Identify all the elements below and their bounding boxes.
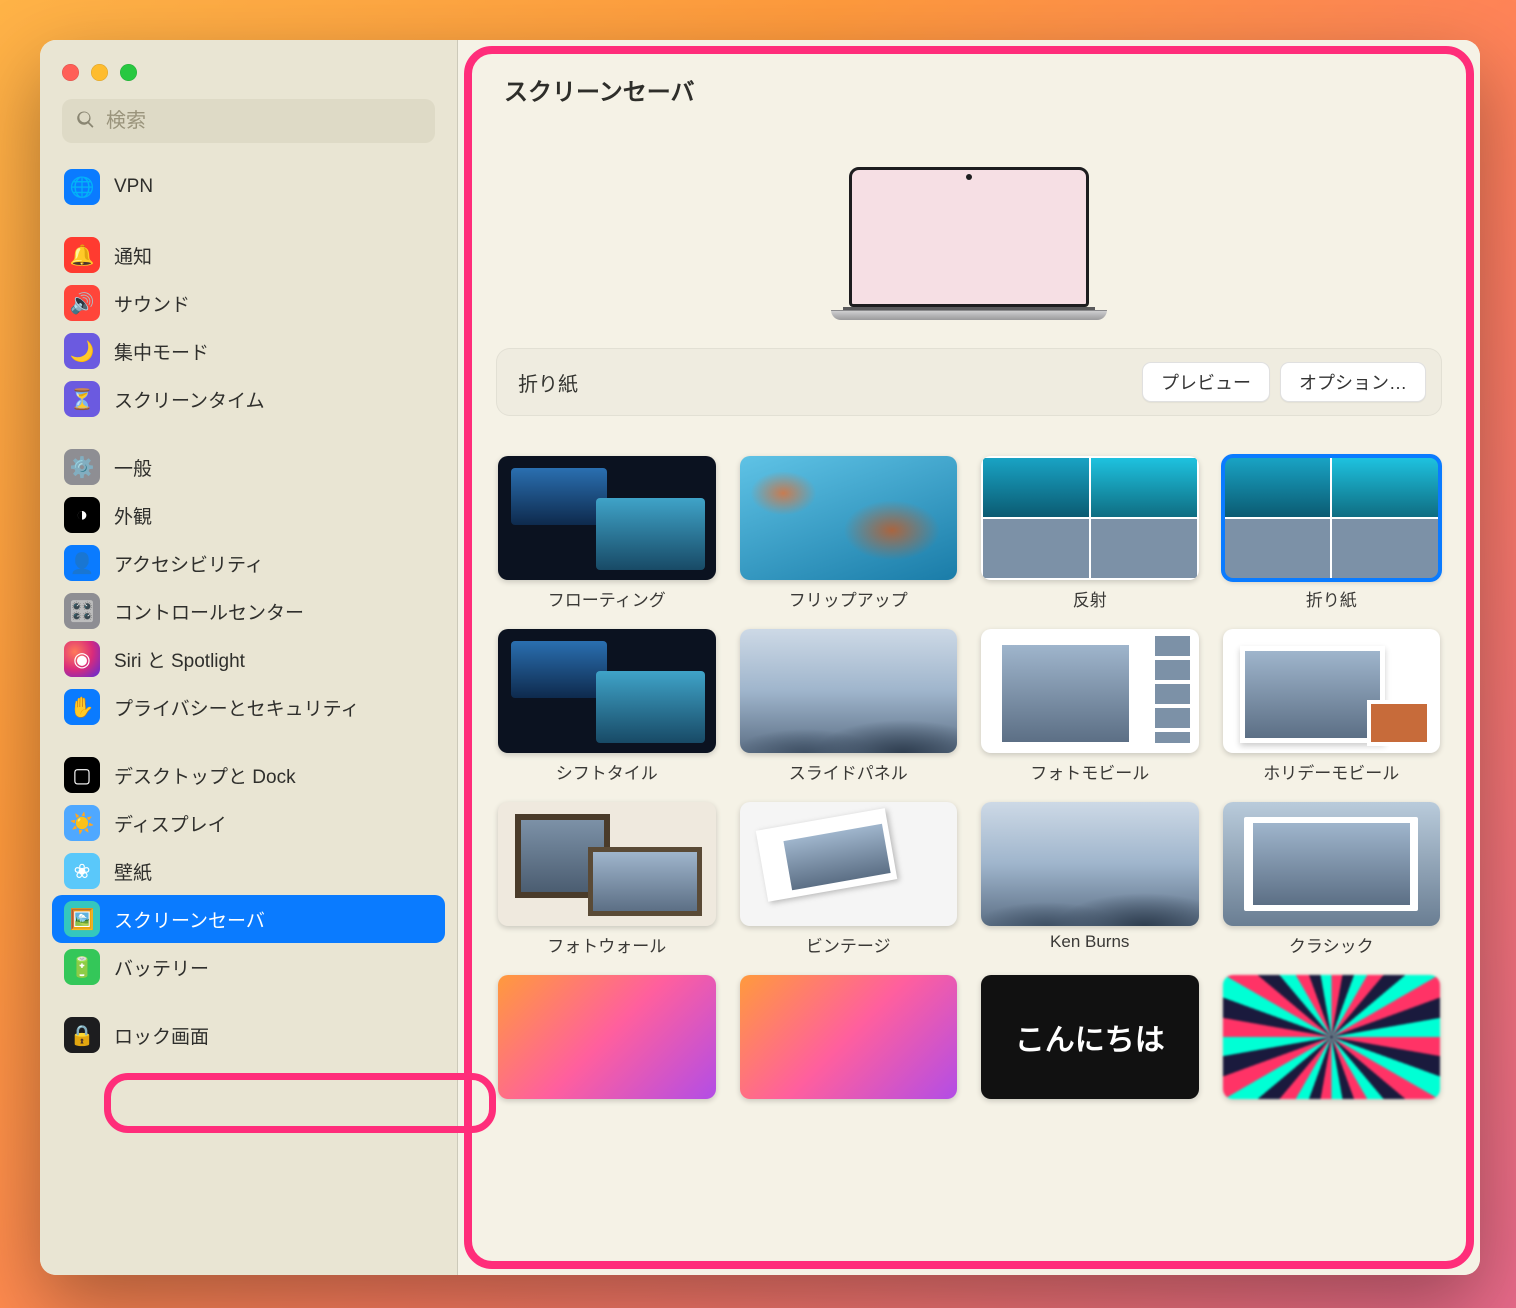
sidebar-item-label: 壁紙 [114,858,152,885]
saver-label: フリップアップ [789,586,908,611]
saver-label: スライドパネル [789,759,908,784]
saver-ken-burns[interactable]: Ken Burns [981,802,1199,957]
saver-label: ホリデーモビール [1263,759,1399,784]
sidebar-item-label: 外観 [114,502,152,529]
sidebar-item-control-center[interactable]: 🎛️ コントロールセンター [52,587,445,635]
sidebar-item-desktop-dock[interactable]: ▢ デスクトップと Dock [52,751,445,799]
sidebar-item-label: スクリーンセーバ [114,906,265,933]
saver-label: 反射 [1073,586,1107,611]
sidebar-item-label: アクセシビリティ [114,550,264,577]
sidebar-item-siri-spotlight[interactable]: ◉ Siri と Spotlight [52,635,445,683]
brightness-icon: ☀️ [64,805,100,841]
saver-vintage[interactable]: ビンテージ [740,802,958,957]
sidebar-item-displays[interactable]: ☀️ ディスプレイ [52,799,445,847]
saver-drift[interactable] [1223,975,1441,1105]
moon-icon: 🌙 [64,333,100,369]
sidebar-item-label: ディスプレイ [114,810,227,837]
zoom-window-button[interactable] [120,64,137,81]
saver-label: Ken Burns [1050,932,1129,952]
sidebar-item-label: サウンド [114,290,190,317]
saver-ventura-2[interactable] [740,975,958,1105]
saver-ventura-1[interactable] [498,975,716,1105]
lock-icon: 🔒 [64,1017,100,1053]
sidebar-item-label: 通知 [114,242,152,269]
sidebar-item-screensaver[interactable]: 🖼️ スクリーンセーバ [52,895,445,943]
sidebar-item-label: コントロールセンター [114,598,304,625]
search-icon [76,109,96,134]
saver-holiday-mobile[interactable]: ホリデーモビール [1223,629,1441,784]
sidebar-item-notifications[interactable]: 🔔 通知 [52,231,445,279]
hello-text: こんにちは [981,975,1199,1099]
bell-icon: 🔔 [64,237,100,273]
sidebar-item-label: ロック画面 [114,1022,209,1049]
sidebar-item-sound[interactable]: 🔊 サウンド [52,279,445,327]
search-field[interactable] [62,99,435,143]
preview-button[interactable]: プレビュー [1142,362,1270,402]
options-button[interactable]: オプション… [1280,362,1426,402]
saver-floating[interactable]: フローティング [498,456,716,611]
hourglass-icon: ⏳ [64,381,100,417]
sidebar-item-label: デスクトップと Dock [114,762,296,789]
sidebar-item-label: 集中モード [114,338,209,365]
siri-icon: ◉ [64,641,100,677]
saver-label: フローティング [548,586,666,611]
saver-label: 折り紙 [1306,586,1357,611]
selected-saver-name: 折り紙 [518,368,1132,397]
sidebar-item-privacy[interactable]: ✋ プライバシーとセキュリティ [52,683,445,731]
sidebar-item-wallpaper[interactable]: ❀ 壁紙 [52,847,445,895]
saver-label: クラシック [1289,932,1374,957]
flower-icon: ❀ [64,853,100,889]
sidebar-item-label: プライバシーとセキュリティ [114,694,359,721]
saver-photo-mobile[interactable]: フォトモビール [981,629,1199,784]
laptop-preview-icon [849,167,1089,320]
saver-origami[interactable]: 折り紙 [1223,456,1441,611]
gear-icon: ⚙️ [64,449,100,485]
selected-saver-row: 折り紙 プレビュー オプション… [496,348,1442,416]
hand-icon: ✋ [64,689,100,725]
saver-photo-wall[interactable]: フォトウォール [498,802,716,957]
sidebar-item-label: Siri と Spotlight [114,646,245,673]
screensaver-icon: 🖼️ [64,901,100,937]
sidebar-item-focus[interactable]: 🌙 集中モード [52,327,445,375]
speaker-icon: 🔊 [64,285,100,321]
screensaver-preview [496,167,1442,320]
saver-shifting-tiles[interactable]: シフトタイル [498,629,716,784]
sidebar-item-label: スクリーンタイム [114,386,265,413]
saver-sliding-panels[interactable]: スライドパネル [740,629,958,784]
page-title: スクリーンセーバ [496,72,1442,107]
sidebar-item-appearance[interactable]: ◑ 外観 [52,491,445,539]
close-window-button[interactable] [62,64,79,81]
sidebar-item-screentime[interactable]: ⏳ スクリーンタイム [52,375,445,423]
minimize-window-button[interactable] [91,64,108,81]
sidebar-item-label: VPN [114,176,153,198]
sidebar: 🌐 VPN 🔔 通知 🔊 サウンド 🌙 集中モード ⏳ [40,40,458,1275]
battery-icon: 🔋 [64,949,100,985]
search-input[interactable] [106,110,421,133]
saver-label: ビンテージ [806,932,891,957]
window-controls [40,52,457,89]
globe-icon: 🌐 [64,169,100,205]
saver-label: フォトモビール [1030,759,1149,784]
contrast-icon: ◑ [64,497,100,533]
sidebar-item-label: 一般 [114,454,152,481]
saver-label: フォトウォール [547,932,666,957]
sidebar-item-general[interactable]: ⚙️ 一般 [52,443,445,491]
dock-icon: ▢ [64,757,100,793]
sidebar-item-label: バッテリー [114,954,209,981]
saver-label: シフトタイル [556,759,658,784]
sidebar-item-accessibility[interactable]: 👤 アクセシビリティ [52,539,445,587]
saver-flipup[interactable]: フリップアップ [740,456,958,611]
settings-window: 🌐 VPN 🔔 通知 🔊 サウンド 🌙 集中モード ⏳ [40,40,1480,1275]
sidebar-item-battery[interactable]: 🔋 バッテリー [52,943,445,991]
sidebar-item-vpn[interactable]: 🌐 VPN [52,163,445,211]
saver-reflections[interactable]: 反射 [981,456,1199,611]
saver-classic[interactable]: クラシック [1223,802,1441,957]
sidebar-item-lock-screen[interactable]: 🔒 ロック画面 [52,1011,445,1059]
saver-hello[interactable]: こんにちは [981,975,1199,1105]
switches-icon: 🎛️ [64,593,100,629]
main-pane: スクリーンセーバ 折り紙 プレビュー オプション… フローティング フリップアッ… [458,40,1480,1275]
accessibility-icon: 👤 [64,545,100,581]
screensaver-gallery: フローティング フリップアップ 反射 折り紙 シフトタイル スライドパネル フォ… [496,456,1442,1105]
